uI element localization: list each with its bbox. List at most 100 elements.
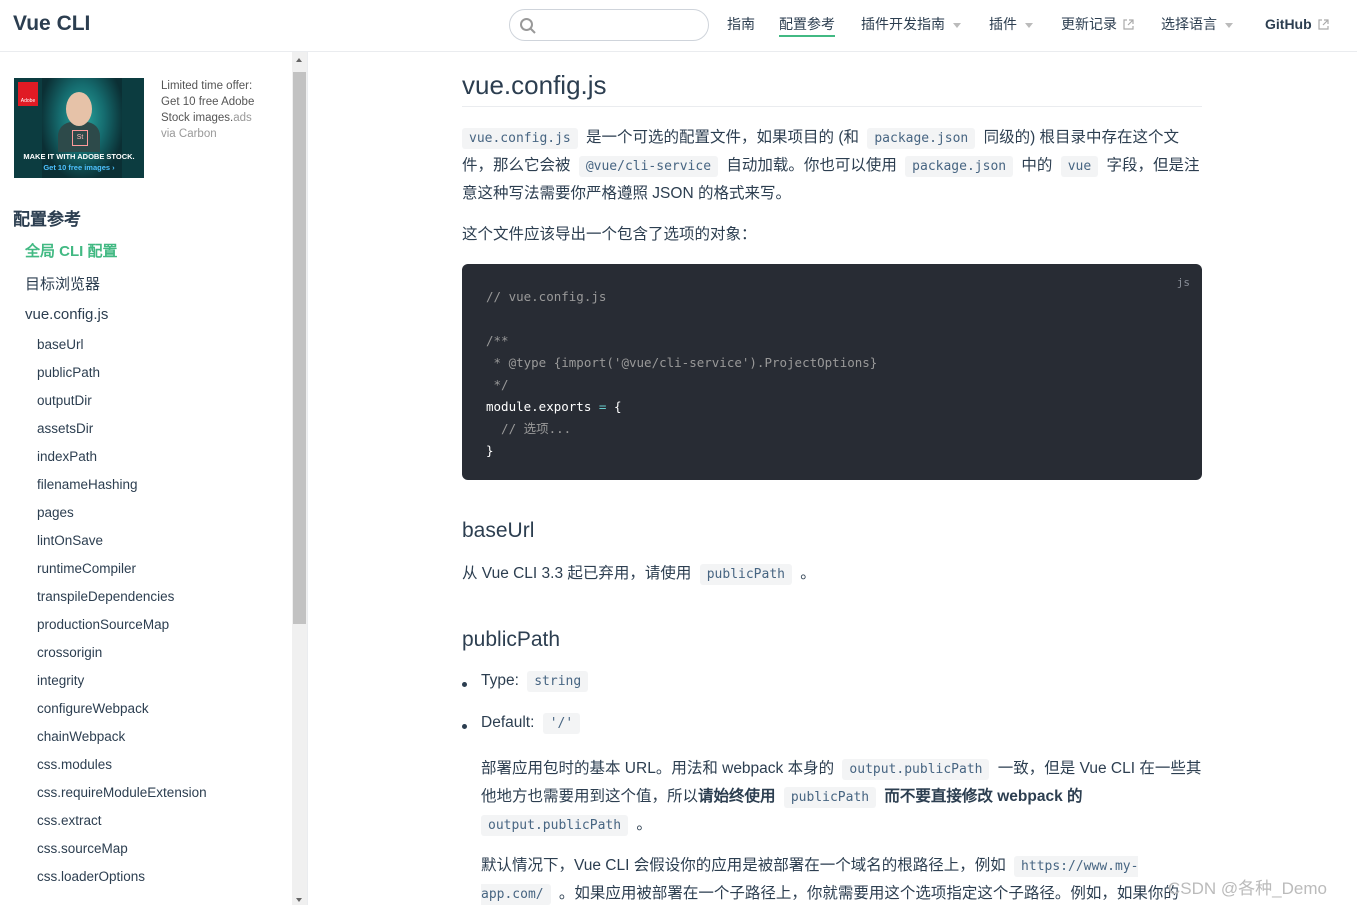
via-carbon-link[interactable]: via Carbon <box>161 128 217 140</box>
sidebar-item-css-extract[interactable]: css.extract <box>37 813 102 828</box>
p1-text-3: 。 <box>632 816 652 833</box>
sidebar-scrollbar-thumb[interactable] <box>293 72 306 624</box>
intro-text-1: 是一个可选的配置文件，如果项目的 (和 <box>581 129 864 146</box>
sidebar-item-transpiledependencies[interactable]: transpileDependencies <box>37 589 174 604</box>
baseurl-text-2: 。 <box>796 565 816 582</box>
nav-language-label: 选择语言 <box>1161 16 1217 32</box>
search-input[interactable] <box>542 14 706 38</box>
nav-changelog[interactable]: 更新记录 <box>1061 15 1134 33</box>
scroll-down-arrow-icon[interactable] <box>296 898 302 902</box>
type-label: Type: <box>481 672 524 689</box>
baseurl-paragraph: 从 Vue CLI 3.3 起已弃用，请使用 publicPath 。 <box>462 560 1202 588</box>
intro-paragraph: vue.config.js 是一个可选的配置文件，如果项目的 (和 packag… <box>462 124 1202 207</box>
publicpath-paragraph-2: 默认情况下，Vue CLI 会假设你的应用是被部署在一个域名的根路径上，例如 h… <box>481 852 1202 908</box>
nav-config[interactable]: 配置参考 <box>779 15 835 37</box>
sidebar-item-css-modules[interactable]: css.modules <box>37 757 112 772</box>
inline-code: package.json <box>867 128 976 149</box>
ad-cta: Get 10 free images › <box>43 163 115 172</box>
carbon-ad-text[interactable]: Limited time offer: Get 10 free Adobe St… <box>161 78 271 142</box>
p2-text-2: 。如果应用被部署在一个子路径上，你就需要用这个选项指定这个子路径。例如，如果你的 <box>554 885 1179 902</box>
sidebar-item-assetsdir[interactable]: assetsDir <box>37 421 93 436</box>
sidebar: Adobe St MAKE IT WITH ADOBE STOCK. Get 1… <box>0 52 292 905</box>
inline-code: output.publicPath <box>842 759 990 780</box>
code-comment: /** <box>486 333 509 348</box>
inline-code: vue.config.js <box>462 128 578 149</box>
ad-figure-face <box>66 92 92 126</box>
sidebar-item-css-sourcemap[interactable]: css.sourceMap <box>37 841 128 856</box>
intro-text-4: 中的 <box>1017 157 1057 174</box>
site-name[interactable]: Vue CLI <box>13 12 90 36</box>
external-link-icon <box>1123 19 1134 30</box>
scroll-up-arrow-icon[interactable] <box>296 58 302 62</box>
list-item-text: Type: string <box>481 671 592 692</box>
sidebar-item-integrity[interactable]: integrity <box>37 673 84 688</box>
adobe-stock-badge: St <box>72 130 88 146</box>
code-identifier: module.exports <box>486 399 592 414</box>
code-comment: // vue.config.js <box>486 289 607 304</box>
page-title: vue.config.js <box>462 70 1202 107</box>
code-content[interactable]: // vue.config.js /** * @type {import('@v… <box>486 286 877 462</box>
sidebar-item-browser-targets[interactable]: 目标浏览器 <box>25 273 100 294</box>
default-label: Default: <box>481 714 539 731</box>
export-note: 这个文件应该导出一个包含了选项的对象： <box>462 226 757 243</box>
sidebar-item-global-cli-config[interactable]: 全局 CLI 配置 <box>25 240 118 261</box>
inline-code: string <box>527 671 589 692</box>
baseurl-text-1: 从 Vue CLI 3.3 起已弃用，请使用 <box>462 565 696 582</box>
sidebar-item-configurewebpack[interactable]: configureWebpack <box>37 701 149 716</box>
code-comment: * @type {import('@vue/cli-service').Proj… <box>486 355 878 370</box>
carbon-ad-image[interactable]: Adobe St MAKE IT WITH ADOBE STOCK. Get 1… <box>14 78 144 178</box>
nav-plugin-dev[interactable]: 插件开发指南 <box>861 15 961 33</box>
sidebar-item-filenamehashing[interactable]: filenameHashing <box>37 477 138 492</box>
publicpath-paragraph-1: 部署应用包时的基本 URL。用法和 webpack 本身的 output.pub… <box>481 755 1202 839</box>
sidebar-item-indexpath[interactable]: indexPath <box>37 449 97 464</box>
sidebar-item-runtimecompiler[interactable]: runtimeCompiler <box>37 561 136 576</box>
chevron-down-icon <box>1025 22 1033 28</box>
inline-code: vue <box>1060 156 1099 177</box>
nav-github-label: GitHub <box>1265 16 1312 32</box>
bullet-dot <box>462 724 467 729</box>
sidebar-item-vue-config[interactable]: vue.config.js <box>25 306 108 323</box>
code-comment: */ <box>486 377 509 392</box>
nav-changelog-label: 更新记录 <box>1061 16 1117 32</box>
heading-baseurl: baseUrl <box>462 519 535 542</box>
code-brace: } <box>486 443 494 458</box>
sidebar-item-crossorigin[interactable]: crossorigin <box>37 645 102 660</box>
sidebar-item-outputdir[interactable]: outputDir <box>37 393 92 408</box>
intro-text-3: 自动加载。你也可以使用 <box>722 157 902 174</box>
watermark: CSDN @各种_Demo <box>1168 879 1327 898</box>
ad-tagline: MAKE IT WITH ADOBE STOCK. <box>23 152 135 161</box>
p2-text-1: 默认情况下，Vue CLI 会假设你的应用是被部署在一个域名的根路径上，例如 <box>481 857 1011 874</box>
list-item-text: Default: '/' <box>481 713 584 734</box>
p1-bold-1: 请始终使用 <box>698 788 780 805</box>
sidebar-item-productionsourcemap[interactable]: productionSourceMap <box>37 617 169 632</box>
bullet-dot <box>462 682 467 687</box>
navbar: Vue CLI 指南 配置参考 插件开发指南 插件 更新记录 选择语言 GitH… <box>0 0 1357 52</box>
adobe-logo: Adobe <box>18 82 38 106</box>
nav-plugin-dev-label: 插件开发指南 <box>861 16 945 32</box>
sidebar-item-chainwebpack[interactable]: chainWebpack <box>37 729 125 744</box>
sidebar-item-publicpath[interactable]: publicPath <box>37 365 100 380</box>
inline-code: '/' <box>542 713 581 734</box>
nav-github[interactable]: GitHub <box>1265 15 1329 33</box>
code-brace: { <box>613 399 622 414</box>
inline-code: publicPath <box>783 787 877 808</box>
nav-plugins-label: 插件 <box>989 16 1017 32</box>
heading-publicpath: publicPath <box>462 628 561 651</box>
nav-plugins[interactable]: 插件 <box>989 15 1033 33</box>
sidebar-item-lintonsave[interactable]: lintOnSave <box>37 533 103 548</box>
sidebar-heading[interactable]: 配置参考 <box>13 205 81 230</box>
p1-text-1: 部署应用包时的基本 URL。用法和 webpack 本身的 <box>481 760 839 777</box>
sidebar-item-pages[interactable]: pages <box>37 505 74 520</box>
search-box[interactable] <box>509 9 709 41</box>
ads-label[interactable]: ads <box>233 112 252 124</box>
nav-language[interactable]: 选择语言 <box>1161 15 1233 33</box>
inline-code: @vue/cli-service <box>578 156 719 177</box>
sidebar-item-baseurl[interactable]: baseUrl <box>37 337 84 352</box>
code-block[interactable]: js // vue.config.js /** * @type {import(… <box>462 264 1202 480</box>
sidebar-item-css-loaderoptions[interactable]: css.loaderOptions <box>37 869 145 884</box>
chevron-down-icon <box>1225 22 1233 28</box>
inline-code: publicPath <box>699 564 792 585</box>
nav-guide[interactable]: 指南 <box>727 15 755 33</box>
code-comment: // 选项... <box>486 421 572 436</box>
sidebar-item-css-requiremoduleextension[interactable]: css.requireModuleExtension <box>37 785 207 800</box>
